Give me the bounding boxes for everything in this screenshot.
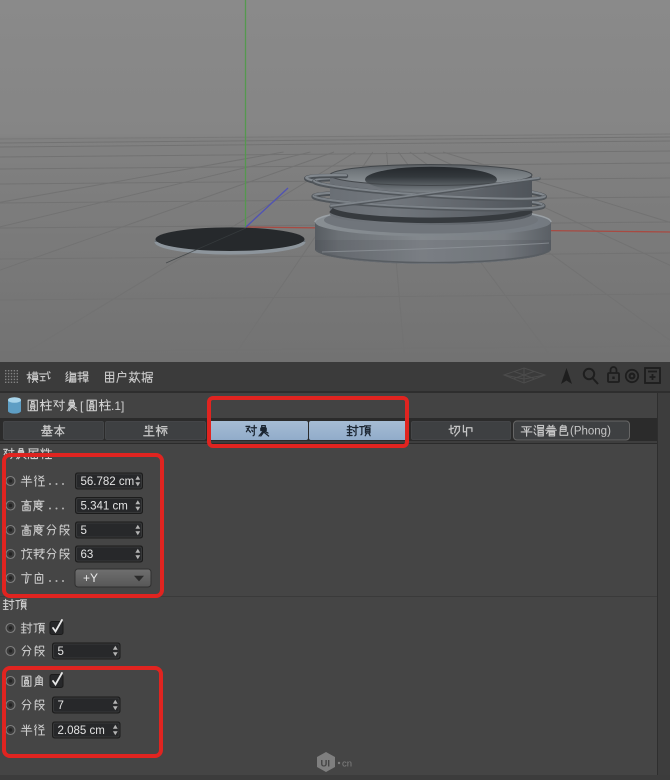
svg-text:(Phong): (Phong) (570, 426, 611, 438)
svg-text:.1]: .1] (111, 399, 124, 413)
svg-text:5: 5 (58, 646, 64, 658)
svg-text:UI: UI (321, 759, 331, 770)
svg-text:cn: cn (342, 759, 352, 770)
